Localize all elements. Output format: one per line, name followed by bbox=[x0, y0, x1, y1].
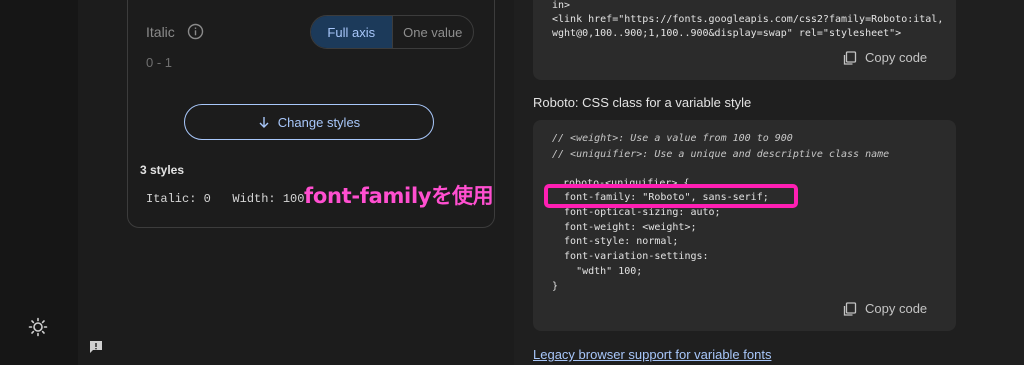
code-line: font-optical-sizing: auto; bbox=[552, 207, 721, 218]
axis-mode-toggle: Full axis One value bbox=[310, 15, 474, 49]
copy-code-label: Copy code bbox=[865, 50, 928, 65]
full-axis-option[interactable]: Full axis bbox=[311, 16, 392, 48]
code-line: "wdth" 100; bbox=[552, 266, 643, 277]
copy-code-label: Copy code bbox=[865, 301, 928, 316]
css-class-section-title: Roboto: CSS class for a variable style bbox=[533, 95, 752, 110]
embed-code-line: wght@0,100..900;1,100..900&display=swap"… bbox=[552, 28, 902, 39]
code-line: .roboto-<uniquifier> { bbox=[557, 178, 690, 189]
code-line: font-variation-settings: bbox=[552, 251, 709, 262]
italic-axis-range: 0 - 1 bbox=[146, 55, 173, 70]
copy-embed-code-button[interactable]: Copy code bbox=[843, 50, 927, 65]
annotation-label: font-familyを使用 bbox=[304, 184, 494, 208]
sun-icon bbox=[28, 317, 48, 337]
copy-icon bbox=[843, 301, 857, 316]
copy-icon bbox=[843, 50, 857, 65]
embed-code-line: <link href="https://fonts.googleapis.com… bbox=[552, 14, 944, 25]
change-styles-button[interactable]: Change styles bbox=[184, 104, 434, 140]
change-styles-label: Change styles bbox=[277, 114, 361, 130]
side-rail bbox=[0, 0, 78, 365]
info-icon[interactable] bbox=[187, 23, 204, 40]
code-line: font-style: normal; bbox=[552, 236, 679, 247]
code-line: } bbox=[552, 281, 559, 292]
code-line-font-family: font-family: "Roboto", sans-serif; bbox=[552, 192, 769, 203]
app-window: Italic 0 - 1 Full axis One value Change … bbox=[0, 0, 1024, 365]
italic-axis-label: Italic bbox=[146, 24, 175, 40]
code-comment-line: // <uniquifier>: Use a unique and descri… bbox=[552, 149, 890, 160]
feedback-icon bbox=[90, 341, 102, 353]
embed-code-block bbox=[533, 0, 956, 80]
legacy-browser-support-link[interactable]: Legacy browser support for variable font… bbox=[533, 347, 771, 362]
code-comment-line: // <weight>: Use a value from 100 to 900 bbox=[552, 133, 793, 144]
theme-toggle-button[interactable] bbox=[27, 316, 49, 338]
code-line: font-weight: <weight>; bbox=[552, 222, 697, 233]
styles-count: 3 styles bbox=[140, 163, 185, 177]
arrow-down-icon bbox=[259, 117, 269, 128]
feedback-button[interactable] bbox=[86, 337, 106, 357]
style-axis-values: Italic: 0 Width: 100 bbox=[146, 192, 305, 206]
one-value-option[interactable]: One value bbox=[391, 16, 474, 48]
embed-code-line: in> bbox=[552, 0, 571, 11]
copy-css-class-button[interactable]: Copy code bbox=[843, 301, 927, 316]
